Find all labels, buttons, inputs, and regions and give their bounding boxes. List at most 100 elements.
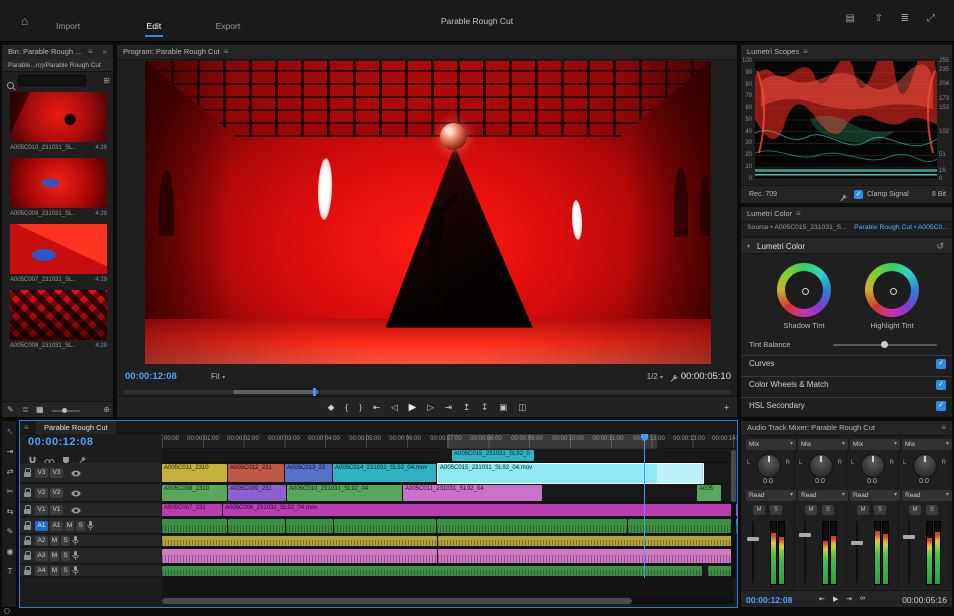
send-assign-select[interactable]: Mix▾ bbox=[902, 439, 952, 450]
ripple-edit-tool[interactable]: ⇄ bbox=[2, 467, 17, 476]
colorspace-label[interactable]: Rec. 709 bbox=[749, 191, 777, 198]
timeline-audio-clip[interactable] bbox=[162, 566, 702, 576]
bin-breadcrumb[interactable]: Parable...ro)/Parable Rough Cut bbox=[2, 59, 114, 72]
timeline-audio-clip[interactable] bbox=[437, 519, 627, 533]
panel-overflow-icon[interactable]: » bbox=[103, 45, 107, 59]
pan-value[interactable]: 0.0 bbox=[899, 478, 949, 485]
timeline-tab[interactable]: Parable Rough Cut bbox=[36, 421, 116, 434]
track-output-eye-icon[interactable] bbox=[71, 464, 81, 482]
pan-value[interactable]: 0.0 bbox=[847, 478, 897, 485]
edit-pencil-icon[interactable]: ✎ bbox=[7, 405, 14, 414]
type-tool[interactable]: T bbox=[2, 567, 17, 576]
bin-clip-name[interactable]: A005C010_231031_SL.. bbox=[10, 143, 76, 154]
timeline-clip[interactable]: A005C011_2310 bbox=[162, 464, 227, 482]
lock-icon[interactable] bbox=[24, 509, 31, 514]
send-assign-select[interactable]: Mix▾ bbox=[798, 439, 848, 450]
lumetri-section-hsl-secondary[interactable]: HSL Secondary ✓ bbox=[741, 397, 952, 414]
source-track-badge[interactable]: V2 bbox=[35, 488, 48, 498]
scrub-playhead[interactable] bbox=[313, 388, 316, 396]
volume-fader-handle[interactable] bbox=[851, 541, 863, 545]
slip-tool[interactable]: ⇆ bbox=[2, 507, 17, 516]
bit-depth-label[interactable]: 8 Bit bbox=[932, 191, 946, 198]
shadow-tint-wheel[interactable] bbox=[777, 263, 831, 317]
go-to-in-icon[interactable]: ⇤ bbox=[373, 402, 380, 413]
hand-tool[interactable]: ◉ bbox=[2, 547, 17, 556]
play-icon[interactable]: ▶ bbox=[409, 402, 417, 413]
mark-out-icon[interactable]: } bbox=[359, 402, 362, 412]
mute-button[interactable]: M bbox=[857, 505, 869, 515]
track-solo-button[interactable]: S bbox=[61, 566, 70, 576]
source-track-badge[interactable]: A2 bbox=[35, 536, 48, 546]
volume-fader-track[interactable] bbox=[752, 521, 754, 583]
loop-icon[interactable]: ∞ bbox=[860, 595, 865, 602]
reset-effect-icon[interactable]: ↺ bbox=[936, 241, 944, 252]
timeline-clip[interactable]: A005C011_231031_SL92_04 bbox=[403, 485, 542, 501]
timeline-audio-clip[interactable] bbox=[162, 549, 437, 563]
bin-clip-thumbnail[interactable] bbox=[10, 158, 107, 208]
mixer-timecode[interactable]: 00:00:12:08 bbox=[746, 595, 792, 605]
source-track-badge[interactable]: A3 bbox=[35, 551, 48, 561]
lumetri-clip-tab[interactable]: Parable Rough Cut • A005C0... bbox=[854, 224, 948, 231]
tint-balance-slider-handle[interactable] bbox=[881, 341, 888, 348]
track-mute-button[interactable]: M bbox=[50, 566, 59, 576]
program-timecode[interactable]: 00:00:12:08 bbox=[125, 371, 177, 382]
bin-clip-thumbnail[interactable] bbox=[10, 290, 107, 340]
automation-mode-select[interactable]: Read▾ bbox=[798, 490, 848, 501]
playback-resolution-select[interactable]: 1/2 ▾ bbox=[647, 372, 663, 381]
lumetri-source-tab[interactable]: Source • A005C015_231031_S... bbox=[747, 224, 847, 231]
fullscreen-icon[interactable]: ⤢ bbox=[927, 13, 935, 24]
track-output-eye-icon[interactable] bbox=[71, 484, 81, 502]
tint-balance-slider[interactable] bbox=[833, 344, 937, 346]
timeline-audio-clip[interactable] bbox=[334, 519, 436, 533]
timeline-audio-clip[interactable] bbox=[162, 519, 227, 533]
timeline-audio-clip[interactable] bbox=[162, 536, 437, 546]
go-to-in-icon[interactable]: ⇤ bbox=[819, 595, 825, 603]
track-mute-button[interactable]: M bbox=[65, 521, 74, 531]
export-frame-icon[interactable]: ▣ bbox=[499, 402, 507, 413]
bin-clip-name[interactable]: A005C008_231031_SL.. bbox=[10, 341, 76, 352]
send-assign-select[interactable]: Mix▾ bbox=[850, 439, 900, 450]
volume-fader-handle[interactable] bbox=[747, 537, 759, 541]
timeline-audio-clip[interactable] bbox=[228, 519, 285, 533]
volume-fader-track[interactable] bbox=[908, 521, 910, 583]
automation-mode-select[interactable]: Read▾ bbox=[746, 490, 796, 501]
bin-clip-name[interactable]: A005C009_231031_SL.. bbox=[10, 209, 76, 220]
lock-icon[interactable] bbox=[24, 492, 31, 497]
add-marker-icon[interactable]: ◆ bbox=[328, 402, 335, 413]
pan-value[interactable]: 0.0 bbox=[795, 478, 845, 485]
pan-knob[interactable] bbox=[757, 454, 781, 478]
timeline-clip[interactable]: A005C009_231 bbox=[228, 485, 286, 501]
volume-fader-handle[interactable] bbox=[903, 535, 915, 539]
timeline-clip[interactable]: A005C008_2310 bbox=[162, 485, 227, 501]
icon-view-icon[interactable]: ▦ bbox=[36, 405, 44, 414]
pan-knob[interactable] bbox=[809, 454, 833, 478]
solo-button[interactable]: S bbox=[822, 505, 834, 515]
quick-export-icon[interactable]: ⇧ bbox=[875, 13, 883, 24]
volume-fader-track[interactable] bbox=[856, 521, 858, 583]
bin-clip-name[interactable]: A005C007_231031_SL.. bbox=[10, 275, 76, 286]
bin-clip-thumbnail[interactable] bbox=[10, 92, 107, 142]
timeline-clip[interactable]: A005C012_231 bbox=[228, 464, 284, 482]
panel-menu-icon[interactable]: ≡ bbox=[941, 421, 946, 435]
panel-menu-icon[interactable]: ≡ bbox=[224, 45, 229, 59]
workspace-icon[interactable]: ▤ bbox=[846, 13, 855, 24]
mark-in-icon[interactable]: { bbox=[345, 402, 348, 412]
monitor-settings-wrench-icon[interactable] bbox=[669, 371, 679, 389]
step-forward-icon[interactable]: ▷ bbox=[427, 402, 434, 413]
bin-clip-thumbnail[interactable] bbox=[10, 224, 107, 274]
timeline-clip-selected[interactable]: A005C015_231031_SL92_04.mov bbox=[437, 463, 704, 484]
voiceover-mic-icon[interactable] bbox=[72, 562, 79, 580]
automation-mode-select[interactable]: Read▾ bbox=[850, 490, 900, 501]
solo-button[interactable]: S bbox=[926, 505, 938, 515]
bin-search-input[interactable] bbox=[18, 75, 86, 86]
go-to-out-icon[interactable]: ⇥ bbox=[445, 402, 452, 413]
timeline-clip[interactable]: A005 bbox=[697, 485, 721, 501]
button-editor-plus-icon[interactable]: + bbox=[724, 402, 729, 412]
curves-checkbox[interactable]: ✓ bbox=[936, 359, 946, 369]
workspaces-menu-icon[interactable]: ≣ bbox=[901, 13, 909, 24]
lock-icon[interactable] bbox=[24, 472, 31, 477]
track-mute-button[interactable]: M bbox=[50, 536, 59, 546]
timeline-clip[interactable]: A005C006_231031_SL92_04.mov bbox=[223, 504, 738, 516]
solo-button[interactable]: S bbox=[874, 505, 886, 515]
panel-menu-icon[interactable]: ≡ bbox=[88, 45, 93, 59]
